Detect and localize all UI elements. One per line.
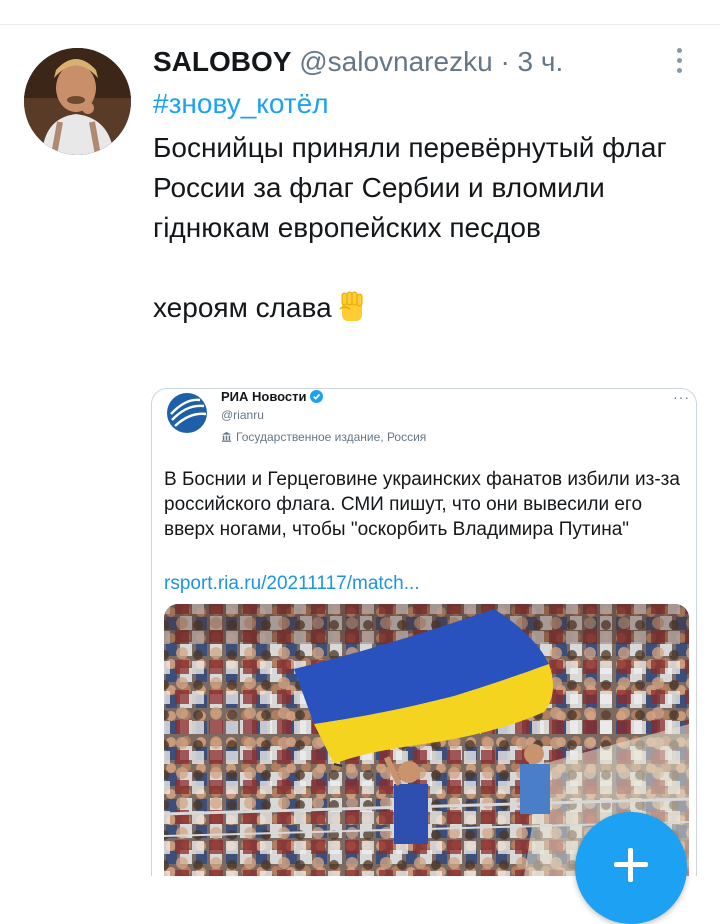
verified-badge-icon bbox=[309, 390, 323, 403]
affiliation-text: Государственное издание, Россия bbox=[236, 430, 427, 444]
affiliation-label: Государственное издание, Россия bbox=[221, 430, 426, 444]
tweet-text: Боснийцы приняли перевёрнутый флаг Росси… bbox=[153, 128, 693, 328]
tweet-text-paragraph-1: Боснийцы приняли перевёрнутый флаг Росси… bbox=[153, 132, 667, 243]
quoted-author-name[interactable]: РИА Новости bbox=[221, 389, 323, 404]
tweet-header: SALOBOY @salovnarezku · 3 ч. bbox=[153, 44, 563, 80]
quoted-menu-icon[interactable]: ··· bbox=[673, 389, 690, 405]
author-handle[interactable]: @salovnarezku bbox=[299, 46, 492, 77]
quoted-link[interactable]: rsport.ria.ru/20211117/match... bbox=[164, 571, 420, 596]
tweet-text-paragraph-2: хероям слава bbox=[153, 288, 693, 328]
government-building-icon bbox=[221, 431, 232, 442]
compose-tweet-button[interactable] bbox=[575, 812, 687, 924]
quoted-text: В Боснии и Герцеговине украинских фанато… bbox=[164, 469, 680, 540]
tweet-text-line: хероям слава bbox=[153, 292, 332, 323]
author-name[interactable]: SALOBOY bbox=[153, 46, 291, 77]
plus-icon-vertical bbox=[628, 848, 633, 882]
author-avatar[interactable] bbox=[24, 48, 131, 155]
header-separator: · bbox=[500, 46, 510, 77]
avatar-image bbox=[24, 48, 131, 155]
ria-logo-icon bbox=[167, 393, 207, 433]
raised-fist-emoji-icon bbox=[339, 291, 363, 321]
quoted-author-handle[interactable]: @rianru bbox=[221, 408, 264, 422]
quoted-author-name-text: РИА Новости bbox=[221, 389, 307, 404]
quoted-tweet-card[interactable]: РИА Новости @rianru Государственное изда… bbox=[151, 388, 697, 876]
tweet-time[interactable]: 3 ч. bbox=[518, 46, 564, 77]
hashtag-link[interactable]: #знову_котёл bbox=[153, 86, 329, 122]
top-divider bbox=[0, 24, 720, 25]
tweet-menu-icon[interactable] bbox=[672, 48, 688, 74]
